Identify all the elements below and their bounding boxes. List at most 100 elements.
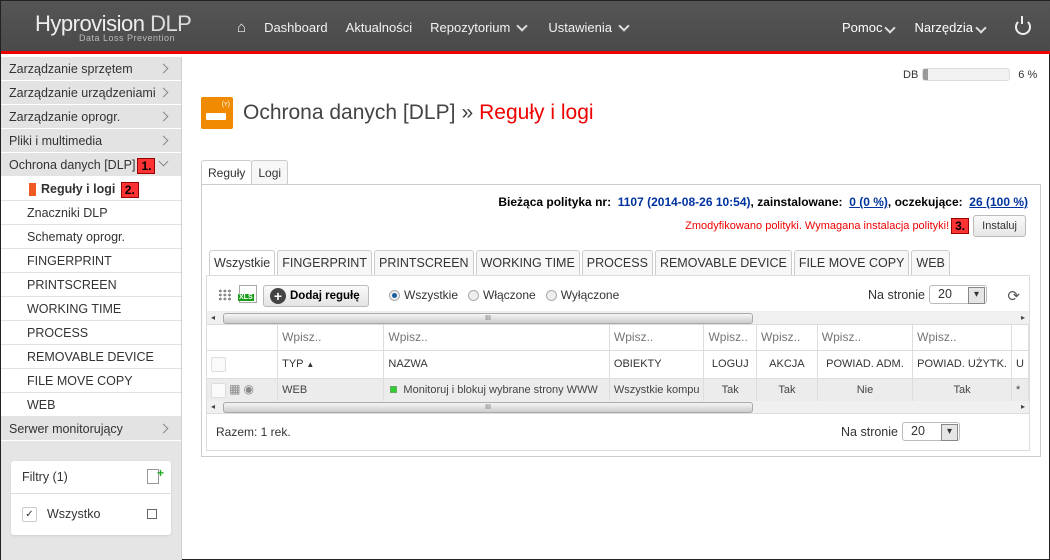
add-rule-button[interactable]: Dodaj regułę (263, 285, 369, 307)
tab-reguly[interactable]: Reguły (201, 160, 253, 185)
radio-wszystkie[interactable]: Wszystkie (389, 288, 458, 302)
sidebar-subitem-printscreen[interactable]: PRINTSCREEN (1, 273, 181, 297)
nav-ustawienia[interactable]: Ustawienia (548, 19, 632, 35)
filter-nazwa-input[interactable] (388, 330, 605, 345)
refresh-icon[interactable]: ⟳ (1007, 287, 1020, 305)
filter-powiad-uzytk[interactable] (912, 325, 1012, 350)
radio-wylaczone[interactable]: Wyłączone (545, 288, 619, 302)
sidebar-item-serwer[interactable]: Serwer monitorujący (1, 417, 181, 441)
col-header-label: TYP (282, 358, 304, 370)
filter-obiekty-input[interactable] (613, 330, 700, 345)
tab-process[interactable]: PROCESS (581, 250, 653, 275)
home-icon[interactable]: ⌂ (237, 19, 246, 36)
xls-export-icon[interactable]: XLS (238, 285, 257, 303)
filter-typ[interactable] (277, 325, 385, 350)
view-icon[interactable]: ◉ (243, 382, 253, 396)
col-header-nazwa[interactable]: NAZWA (383, 349, 610, 379)
filter-obiekty[interactable] (609, 325, 705, 350)
tab-logi[interactable]: Logi (251, 160, 289, 185)
filter-checkbox[interactable]: ✓ (22, 507, 37, 522)
scroll-right-icon[interactable]: ▸ (1021, 313, 1025, 322)
sidebar-subitem-reguly-i-logi[interactable]: Reguły i logi 2. (1, 177, 181, 201)
sidebar-item-zarzadzanie-oprogr[interactable]: Zarządzanie oprogr. (1, 105, 181, 129)
filter-loguj-input[interactable] (708, 330, 752, 345)
col-header-loguj[interactable]: LOGUJ (703, 349, 757, 379)
sidebar-item-pliki[interactable]: Pliki i multimedia (1, 129, 181, 153)
filter-row (207, 325, 1029, 350)
sidebar-item-ochrona-danych[interactable]: Ochrona danych [DLP] 1. (1, 153, 181, 177)
filter-typ-input[interactable] (282, 330, 380, 345)
row-checkbox[interactable] (211, 382, 226, 398)
logo[interactable]: Hyprovision DLP Data Loss Prevention (35, 11, 192, 43)
sidebar-item-zarzadzanie-sprzetem[interactable]: Zarządzanie sprzętem (1, 57, 181, 81)
col-header-typ[interactable]: TYP ▲ (277, 349, 385, 379)
tab-removable-device[interactable]: REMOVABLE DEVICE (654, 250, 792, 275)
filter-powiad-adm[interactable] (817, 325, 914, 350)
sidebar-subitem-web[interactable]: WEB (1, 393, 181, 417)
per-page-select[interactable]: 20 (902, 422, 960, 441)
main-tabs: Reguły Logi (201, 160, 289, 185)
edit-icon[interactable] (147, 509, 157, 519)
sidebar-subitem-file-move-copy[interactable]: FILE MOVE COPY (1, 369, 181, 393)
sidebar-subitem-fingerprint[interactable]: FINGERPRINT (1, 249, 181, 273)
scroll-left-icon[interactable]: ◂ (211, 313, 215, 322)
nav-pomoc[interactable]: Pomoc (842, 20, 898, 35)
radio-dot[interactable] (389, 289, 400, 301)
col-header-obiekty[interactable]: OBIEKTY (609, 349, 705, 379)
per-page-select[interactable]: 20 (929, 285, 987, 304)
sidebar-subitem-schematy[interactable]: Schematy oprogr. (1, 225, 181, 249)
nav-aktualnosci[interactable]: Aktualności (346, 20, 412, 35)
sidebar-subitem-working-time[interactable]: WORKING TIME (1, 297, 181, 321)
nav-repozytorium[interactable]: Repozytorium (430, 19, 530, 35)
title-section[interactable]: Ochrona danych [DLP] (243, 101, 455, 125)
scroll-right-icon[interactable]: ▸ (1021, 402, 1025, 411)
tab-wszystkie[interactable]: Wszystkie (209, 250, 276, 275)
select-all-checkbox[interactable] (211, 356, 226, 372)
chevron-right-icon (158, 63, 169, 74)
filter-item[interactable]: ✓ Wszystko (11, 494, 171, 534)
tab-working-time[interactable]: WORKING TIME (475, 250, 580, 275)
per-page-label: Na stronie (868, 287, 925, 302)
nav-narzedzia[interactable]: Narzędzia (914, 20, 989, 35)
tab-web[interactable]: WEB (911, 250, 950, 275)
sidebar-subitem-znaczniki[interactable]: Znaczniki DLP (1, 201, 181, 225)
filter-nazwa[interactable] (383, 325, 610, 350)
filter-powiad-uzytk-input[interactable] (917, 330, 1007, 345)
row-menu-icon[interactable]: ▦ (229, 382, 240, 396)
chevron-down-icon (884, 21, 897, 34)
filter-akcja[interactable] (756, 325, 818, 350)
filter-akcja-input[interactable] (760, 330, 813, 345)
table-row[interactable]: ▦ ◉ WEB Monitoruj i blokuj wybrane stron… (207, 378, 1029, 401)
installed-link[interactable]: 0 (0 %) (849, 195, 888, 209)
scroll-thumb[interactable]: III (223, 313, 753, 324)
radio-wlaczone[interactable]: Włączone (468, 288, 536, 302)
sidebar-subitem-process[interactable]: PROCESS (1, 321, 181, 345)
db-progress-fill (923, 69, 929, 80)
radio-dot[interactable] (468, 289, 479, 301)
radio-dot[interactable] (545, 289, 557, 301)
tab-fingerprint[interactable]: FINGERPRINT (277, 250, 372, 275)
scroll-left-icon[interactable]: ◂ (211, 402, 215, 411)
tab-file-move-copy[interactable]: FILE MOVE COPY (793, 250, 910, 275)
installed-label: , zainstalowane: (750, 195, 843, 209)
filter-powiad-adm-input[interactable] (821, 330, 909, 345)
nav-dashboard[interactable]: Dashboard (264, 20, 328, 35)
col-header-akcja[interactable]: AKCJA (756, 349, 818, 379)
sidebar-item-zarzadzanie-urzadzeniami[interactable]: Zarządzanie urządzeniami (1, 81, 181, 105)
sort-asc-icon: ▲ (306, 360, 315, 369)
sidebar-subitem-removable-device[interactable]: REMOVABLE DEVICE (1, 345, 181, 369)
col-header-powiad-uzytk[interactable]: POWIAD. UŻYTK. (912, 349, 1012, 379)
install-button[interactable]: Instaluj (973, 215, 1026, 237)
col-header-u[interactable]: U (1011, 349, 1029, 379)
pending-link[interactable]: 26 (100 %) (969, 195, 1028, 209)
power-icon[interactable] (1015, 16, 1031, 35)
tab-printscreen[interactable]: PRINTSCREEN (373, 250, 474, 275)
chevron-right-icon (158, 87, 169, 98)
columns-grid-icon[interactable] (218, 289, 232, 301)
col-header-powiad-adm[interactable]: POWIAD. ADM. (817, 349, 914, 379)
horizontal-scrollbar-top[interactable]: ◂ III ▸ (207, 312, 1029, 325)
cell-nazwa-text: Monitoruj i blokuj wybrane strony WWW (403, 383, 598, 396)
add-filter-icon[interactable] (147, 457, 164, 490)
cell-typ: WEB (277, 378, 385, 401)
filter-loguj[interactable] (703, 325, 757, 350)
